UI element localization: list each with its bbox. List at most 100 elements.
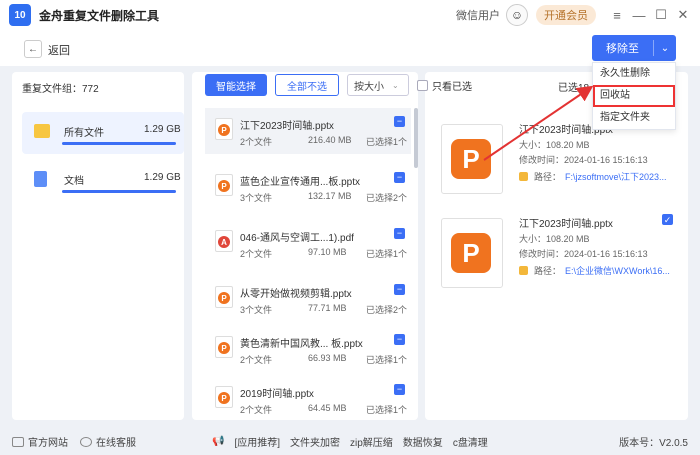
file-group-item[interactable]: P 江下2023时间轴.pptx 2个文件 216.40 MB 已选择1个 − [205,108,411,154]
smart-select-button[interactable]: 智能选择 [205,74,267,96]
headset-icon [80,436,92,447]
c-drive-clean-link[interactable]: c盘清理 [453,434,488,449]
folder-encrypt-link[interactable]: 文件夹加密 [290,434,340,449]
pptx-file-icon: P [215,336,233,358]
detail-path: 路径： E:\企业微信\WXWork\16... [519,264,670,277]
file-group-selected: 已选择1个 [366,249,408,259]
data-recovery-link[interactable]: 数据恢复 [403,434,443,449]
footer-left: 官方网站 在线客服 [12,434,148,449]
menu-item-permanent-delete[interactable]: 永久性删除 [593,63,675,85]
file-list-scrollbar[interactable] [414,108,418,168]
group-checkbox[interactable]: − [394,384,405,395]
pptx-file-icon: P [441,218,503,288]
check-icon [519,172,528,181]
ppt-badge: P [451,233,491,273]
filter-row: 智能选择 全部不选 按大小 ⌄ 只看已选 [205,73,472,97]
folder-icon [34,124,50,138]
sidebar-item-label: 所有文件 [64,128,104,139]
file-checkbox[interactable]: ✓ [662,214,673,225]
chevron-down-icon[interactable]: ⌄ [654,43,676,54]
ppt-badge: P [218,292,230,304]
website-link[interactable]: 官方网站 [12,434,68,449]
menu-item-specify-folder[interactable]: 指定文件夹 [593,107,675,129]
detail-path-link[interactable]: E:\企业微信\WXWork\16... [565,264,670,277]
file-detail-card[interactable]: P 江下2023时间轴.pptx 大小：108.20 MB 修改时间：2024-… [433,118,683,200]
detail-path-label: 路径： [534,266,562,276]
file-group-size: 132.17 MB [308,191,352,201]
file-group-name: 蓝色企业宣传通用...板.pptx [240,177,361,188]
vip-button[interactable]: 开通会员 [536,5,596,25]
group-checkbox[interactable]: − [394,334,405,345]
detail-modified-time: 修改时间：2024-01-16 15:16:13 [519,155,648,165]
file-group-item[interactable]: P 黄色清新中国风教... 板.pptx 2个文件 66.93 MB 已选择1个… [205,326,411,372]
file-group-count: 3个文件 [240,193,273,203]
file-group-size: 77.71 MB [308,303,347,313]
file-group-selected: 已选择1个 [366,137,408,147]
detail-file-name: 江下2023时间轴.pptx [519,219,613,230]
file-detail-card[interactable]: P 江下2023时间轴.pptx 大小：108.20 MB 修改时间：2024-… [433,212,683,294]
detail-path: 路径： F:\jzsoftmove\江下2023... [519,170,667,183]
file-group-size: 64.45 MB [308,403,347,413]
file-group-item[interactable]: P 蓝色企业宣传通用...板.pptx 3个文件 132.17 MB 已选择2个… [205,164,411,210]
maximize-icon[interactable]: ☐ [650,7,672,23]
support-link[interactable]: 在线客服 [80,434,136,449]
detail-file-size: 大小：108.20 MB [519,234,590,244]
file-group-selected: 已选择1个 [366,355,408,365]
group-checkbox[interactable]: − [394,228,405,239]
check-icon [519,266,528,275]
file-group-name: 2019时间轴.pptx [240,389,314,400]
sidebar-item-label: 文档 [64,176,84,187]
back-button[interactable]: 返回 [48,42,70,58]
move-to-label: 移除至 [592,40,654,56]
unselect-all-label: 全部不选 [287,81,327,93]
user-avatar-icon[interactable]: ☺ [506,4,528,26]
file-group-name: 从零开始做视频剪辑.pptx [240,289,352,300]
group-checkbox[interactable]: − [394,172,405,183]
menu-icon[interactable]: ≡ [606,8,628,23]
detail-path-link[interactable]: F:\jzsoftmove\江下2023... [565,170,667,183]
pptx-file-icon: P [441,124,503,194]
file-group-count: 2个文件 [240,249,273,259]
file-group-count: 2个文件 [240,405,273,415]
ppt-badge: P [218,392,230,404]
toolbar: ← 返回 移除至 ⌄ [0,30,700,66]
sidebar-item-all-files[interactable]: 所有文件 1.29 GB [22,112,184,154]
file-group-item[interactable]: P 2019时间轴.pptx 2个文件 64.45 MB 已选择1个 − [205,376,411,422]
footer-links: 📢 [应用推荐] 文件夹加密 zip解压缩 数据恢复 c盘清理 [212,434,498,449]
duplicate-group-count: 重复文件组：772 [22,84,99,95]
pptx-file-icon: P [215,386,233,408]
group-checkbox[interactable]: − [394,116,405,127]
sort-select[interactable]: 按大小 ⌄ [347,74,409,96]
megaphone-icon: 📢 [212,436,225,447]
close-icon[interactable]: ✕ [672,7,694,23]
group-checkbox[interactable]: − [394,284,405,295]
app-logo-icon: 10 [9,4,31,26]
menu-item-recycle-bin[interactable]: 回收站 [593,85,675,107]
title-bar-right: 微信用户 ☺ 开通会员 ≡ — ☐ ✕ [456,0,694,30]
pdf-badge: A [218,236,230,248]
back-arrow-icon[interactable]: ← [24,40,42,58]
file-group-name: 江下2023时间轴.pptx [240,121,334,132]
sidebar-item-size: 1.29 GB [144,172,181,183]
minimize-icon[interactable]: — [628,8,650,23]
file-group-name: 046-通风与空调工...1).pdf [240,233,354,244]
support-label: 在线客服 [96,438,136,449]
file-group-count: 2个文件 [240,355,273,365]
website-label: 官方网站 [28,438,68,449]
unselect-all-button[interactable]: 全部不选 [275,74,339,96]
document-icon [34,171,47,187]
username-label: 微信用户 [456,10,500,22]
checkbox-icon[interactable] [417,79,428,91]
zip-link[interactable]: zip解压缩 [350,434,393,449]
app-title: 金舟重复文件删除工具 [39,8,160,23]
title-bar: 10 金舟重复文件删除工具 微信用户 ☺ 开通会员 ≡ — ☐ ✕ [0,0,700,30]
sidebar-item-documents[interactable]: 文档 1.29 GB [22,160,184,202]
file-group-item[interactable]: A 046-通风与空调工...1).pdf 2个文件 97.10 MB 已选择1… [205,220,411,266]
app-recommend-link[interactable]: [应用推荐] [234,434,280,449]
ppt-badge: P [451,139,491,179]
show-selected-checkbox[interactable]: 只看已选 [417,78,472,93]
vip-button-label: 开通会员 [544,10,588,22]
sidebar: 重复文件组：772 所有文件 1.29 GB 文档 1.29 GB [12,72,184,420]
file-group-item[interactable]: P 从零开始做视频剪辑.pptx 3个文件 77.71 MB 已选择2个 − [205,276,411,322]
move-to-button[interactable]: 移除至 ⌄ [592,35,676,61]
